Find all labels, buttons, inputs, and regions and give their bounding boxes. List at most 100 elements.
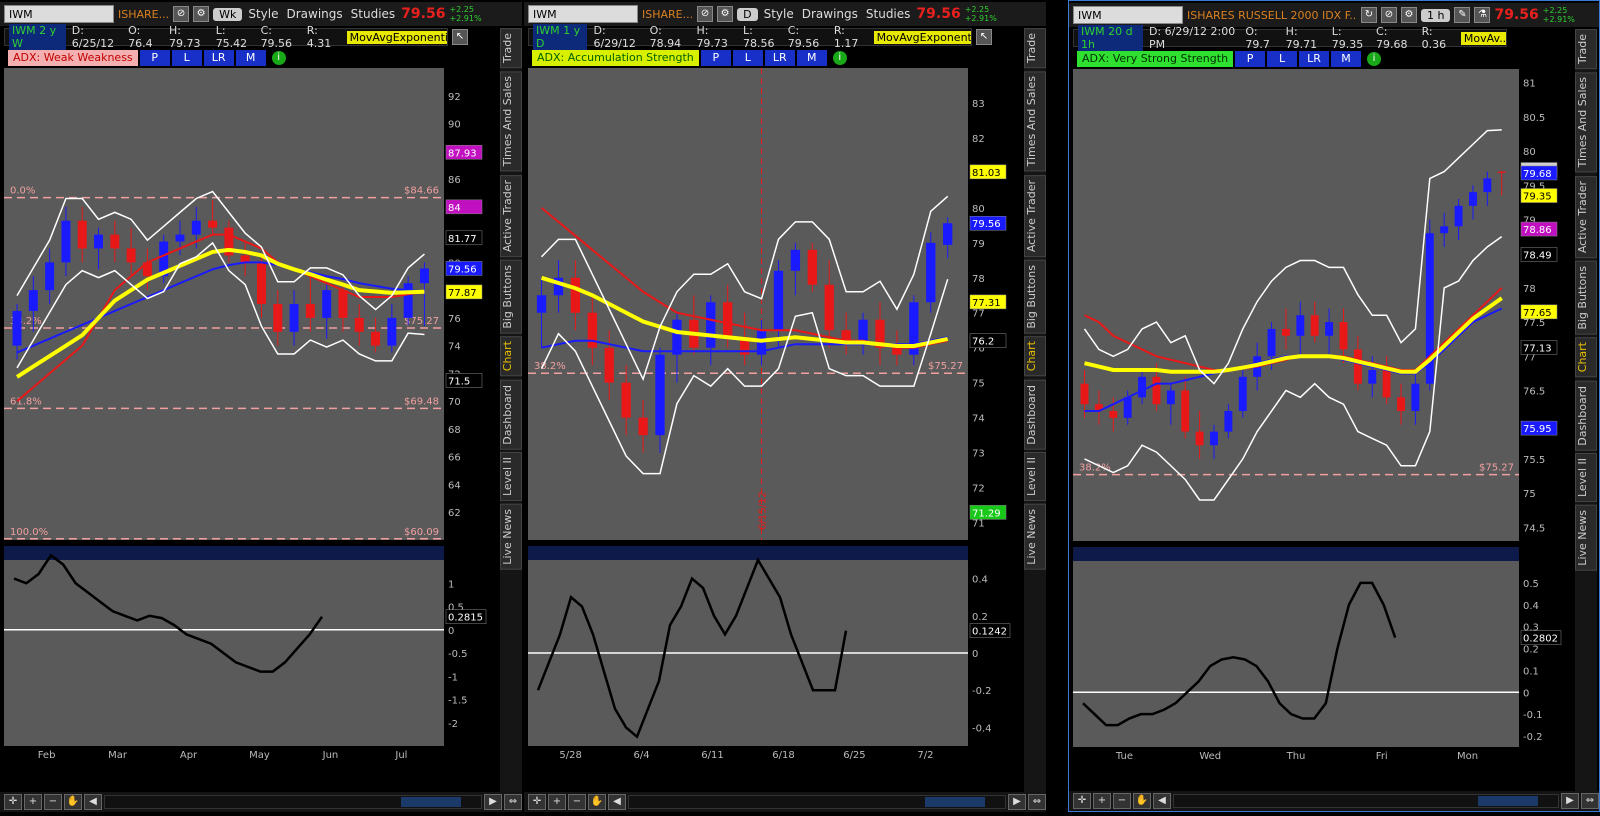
scroll-left-icon[interactable]: ◀ xyxy=(84,794,102,810)
tab-big-buttons[interactable]: Big Buttons xyxy=(1024,259,1046,334)
expand-icon[interactable]: ⇔ xyxy=(1581,793,1599,809)
settings-icon[interactable]: ⚙ xyxy=(1401,7,1417,23)
pointer-icon[interactable]: ↖ xyxy=(452,29,468,45)
tab-times-and-sales[interactable]: Times And Sales xyxy=(500,71,522,172)
x-tick-label: Fri xyxy=(1376,751,1388,762)
hand-icon[interactable]: ✋ xyxy=(1133,793,1151,809)
crosshair-icon[interactable]: ✛ xyxy=(4,794,22,810)
timeframe-button[interactable]: Wk xyxy=(213,7,243,21)
crosshair-icon[interactable]: ✛ xyxy=(528,794,546,810)
tab-level-ii[interactable]: Level II xyxy=(1024,452,1046,502)
m-button[interactable]: M xyxy=(235,50,266,66)
drawings-menu[interactable]: Drawings xyxy=(285,7,345,21)
timeframe-button[interactable]: D xyxy=(737,7,758,21)
tab-dashboard[interactable]: Dashboard xyxy=(1024,379,1046,450)
lr-button[interactable]: LR xyxy=(1299,51,1330,67)
tab-times-and-sales[interactable]: Times And Sales xyxy=(1575,72,1597,173)
zoom-out-icon[interactable]: − xyxy=(1113,793,1131,809)
p-button[interactable]: P xyxy=(700,50,731,66)
info-icon[interactable]: i xyxy=(271,51,286,65)
horizontal-scrollbar[interactable] xyxy=(1173,794,1559,808)
candle-body xyxy=(570,277,581,313)
l-button[interactable]: L xyxy=(171,50,202,66)
candle-body xyxy=(1483,178,1492,193)
x-tick-label: 6/11 xyxy=(701,750,723,761)
tab-big-buttons[interactable]: Big Buttons xyxy=(500,259,522,334)
tab-trade[interactable]: Trade xyxy=(1575,29,1597,70)
price-chart: 7172737475767778798081828338.2%$75.276/1… xyxy=(528,68,1011,774)
link-icon[interactable]: ⊘ xyxy=(1381,7,1397,23)
tab-active-trader[interactable]: Active Trader xyxy=(500,174,522,257)
link-icon[interactable]: ⊘ xyxy=(173,6,190,22)
scroll-right-icon[interactable]: ▶ xyxy=(1008,794,1026,810)
scroll-thumb[interactable] xyxy=(925,797,985,807)
scroll-right-icon[interactable]: ▶ xyxy=(1561,793,1579,809)
timeframe-button[interactable]: 1 h xyxy=(1421,8,1451,22)
scroll-right-icon[interactable]: ▶ xyxy=(484,794,502,810)
studies-icon[interactable]: ⚗ xyxy=(1474,7,1491,23)
symbol-input[interactable]: IWM xyxy=(528,5,638,23)
tab-dashboard[interactable]: Dashboard xyxy=(1575,380,1597,451)
crosshair-icon[interactable]: ✛ xyxy=(1073,793,1091,809)
zoom-out-icon[interactable]: − xyxy=(44,794,62,810)
info-icon[interactable]: i xyxy=(1367,52,1382,66)
study-label[interactable]: MovAv... xyxy=(1460,31,1506,45)
scroll-left-icon[interactable]: ◀ xyxy=(608,794,626,810)
tab-live-news[interactable]: Live News xyxy=(1575,505,1597,572)
drawings-menu[interactable]: Drawings xyxy=(800,7,860,21)
tab-chart[interactable]: Chart xyxy=(500,336,522,377)
scroll-thumb[interactable] xyxy=(1478,796,1538,806)
tab-level-ii[interactable]: Level II xyxy=(500,452,522,502)
study-label[interactable]: MovAvgExponent... xyxy=(873,30,971,44)
tab-active-trader[interactable]: Active Trader xyxy=(1575,175,1597,258)
studies-menu[interactable]: Studies xyxy=(864,7,913,21)
link-icon[interactable]: ⊘ xyxy=(697,6,714,22)
tab-trade[interactable]: Trade xyxy=(1024,28,1046,69)
candle-body xyxy=(1353,349,1362,384)
tab-big-buttons[interactable]: Big Buttons xyxy=(1575,260,1597,335)
drawings-icon[interactable]: ✎ xyxy=(1454,7,1471,23)
l-button[interactable]: L xyxy=(1267,51,1298,67)
tab-trade[interactable]: Trade xyxy=(500,28,522,69)
lr-button[interactable]: LR xyxy=(203,50,234,66)
refresh-icon[interactable]: ↻ xyxy=(1361,7,1377,23)
scroll-left-icon[interactable]: ◀ xyxy=(1153,793,1171,809)
tab-live-news[interactable]: Live News xyxy=(1024,504,1046,571)
style-menu[interactable]: Style xyxy=(762,7,796,21)
zoom-in-icon[interactable]: + xyxy=(24,794,42,810)
symbol-input[interactable]: IWM xyxy=(4,5,114,23)
study-label[interactable]: MovAvgExponenti... xyxy=(346,30,448,44)
l-button[interactable]: L xyxy=(732,50,763,66)
p-button[interactable]: P xyxy=(1235,51,1266,67)
tab-times-and-sales[interactable]: Times And Sales xyxy=(1024,71,1046,172)
settings-icon[interactable]: ⚙ xyxy=(193,6,210,22)
tab-chart[interactable]: Chart xyxy=(1024,336,1046,377)
tab-chart[interactable]: Chart xyxy=(1575,337,1597,378)
zoom-out-icon[interactable]: − xyxy=(568,794,586,810)
tab-live-news[interactable]: Live News xyxy=(500,504,522,571)
symbol-input[interactable]: IWM xyxy=(1073,6,1183,24)
lr-button[interactable]: LR xyxy=(764,50,795,66)
scroll-thumb[interactable] xyxy=(401,797,461,807)
zoom-in-icon[interactable]: + xyxy=(1093,793,1111,809)
hand-icon[interactable]: ✋ xyxy=(64,794,82,810)
tab-dashboard[interactable]: Dashboard xyxy=(500,379,522,450)
hand-icon[interactable]: ✋ xyxy=(588,794,606,810)
studies-menu[interactable]: Studies xyxy=(349,7,398,21)
tab-level-ii[interactable]: Level II xyxy=(1575,453,1597,503)
style-menu[interactable]: Style xyxy=(246,7,280,21)
m-button[interactable]: M xyxy=(796,50,827,66)
zoom-in-icon[interactable]: + xyxy=(548,794,566,810)
expand-icon[interactable]: ⇔ xyxy=(504,794,522,810)
tab-active-trader[interactable]: Active Trader xyxy=(1024,174,1046,257)
m-button[interactable]: M xyxy=(1331,51,1362,67)
expand-icon[interactable]: ⇔ xyxy=(1028,794,1046,810)
p-button[interactable]: P xyxy=(139,50,170,66)
info-icon[interactable]: i xyxy=(832,51,847,65)
horizontal-scrollbar[interactable] xyxy=(628,795,1006,809)
horizontal-scrollbar[interactable] xyxy=(104,795,482,809)
osc-y-tick-label: -1.5 xyxy=(448,696,468,707)
y-tick-label: 81 xyxy=(1523,79,1536,90)
pointer-icon[interactable]: ↖ xyxy=(976,29,992,45)
settings-icon[interactable]: ⚙ xyxy=(717,6,734,22)
